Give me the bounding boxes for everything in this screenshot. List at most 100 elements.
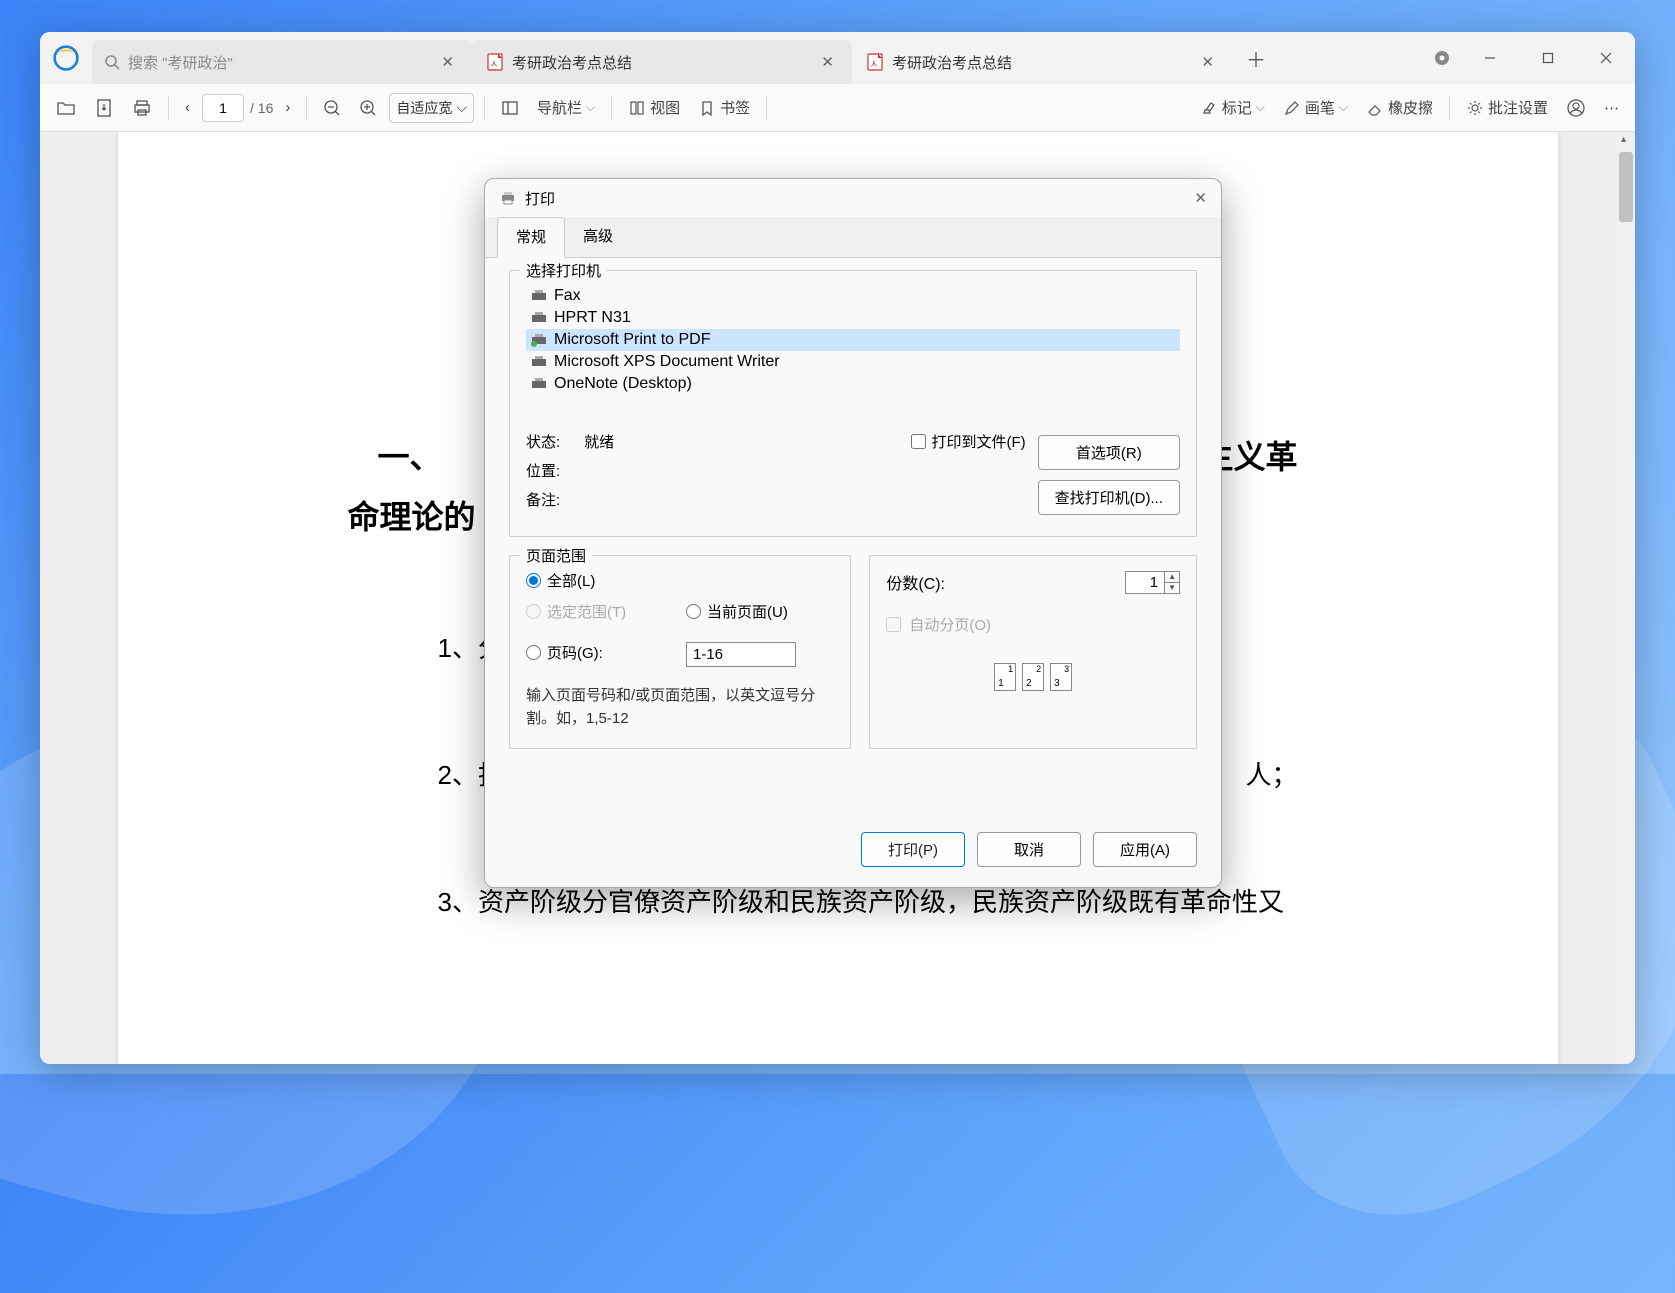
radio-pages-label: 页码(G): — [547, 642, 603, 663]
svg-text:人: 人 — [871, 60, 878, 68]
open-button[interactable] — [50, 94, 82, 122]
page-arrow-icon — [94, 98, 114, 118]
close-button[interactable] — [1577, 32, 1635, 84]
preferences-button[interactable]: 首选项(R) — [1038, 435, 1180, 470]
tab-general[interactable]: 常规 — [497, 217, 565, 258]
printer-icon — [530, 377, 548, 391]
annotation-settings-button[interactable]: 批注设置 — [1460, 93, 1554, 122]
radio-all[interactable] — [526, 573, 541, 588]
minimize-button[interactable] — [1461, 32, 1519, 84]
prev-page-button[interactable]: ‹ — [179, 95, 196, 120]
printer-name: Microsoft Print to PDF — [554, 331, 710, 349]
search-close-icon[interactable]: ✕ — [435, 51, 460, 73]
sidebar-toggle-button[interactable] — [495, 95, 525, 121]
heading-prefix: 一、 — [378, 432, 442, 478]
tab-advanced[interactable]: 高级 — [565, 217, 631, 258]
printer-list[interactable]: Fax HPRT N31 Microsoft Print to PDF Micr… — [526, 285, 1180, 415]
printer-icon — [530, 355, 548, 369]
print-to-file-label: 打印到文件(F) — [932, 431, 1026, 452]
print-button[interactable]: 打印(P) — [861, 832, 965, 867]
pages-input[interactable] — [686, 642, 796, 667]
view-button[interactable]: 视图 — [622, 93, 686, 122]
next-page-button[interactable]: › — [279, 95, 296, 120]
tab-close-icon[interactable]: ✕ — [815, 51, 840, 73]
radio-selection — [526, 604, 541, 619]
printer-item[interactable]: Fax — [526, 285, 1180, 307]
highlight-icon — [1200, 99, 1218, 117]
nav-button[interactable]: 导航栏 ⌵ — [531, 93, 601, 122]
page-input[interactable] — [202, 94, 244, 122]
scrollbar[interactable]: ▴ — [1617, 132, 1635, 1064]
printer-item[interactable]: HPRT N31 — [526, 307, 1180, 329]
user-icon — [1566, 98, 1586, 118]
copies-label: 份数(C): — [886, 570, 945, 594]
pdf-icon: 人 — [486, 53, 504, 71]
pen-button[interactable]: 画笔 ⌵ — [1277, 93, 1354, 122]
dialog-tabs: 常规 高级 — [485, 217, 1221, 258]
radio-all-label: 全部(L) — [547, 570, 595, 591]
pen-label: 画笔 — [1305, 97, 1335, 118]
printer-name: Fax — [554, 287, 581, 305]
find-printer-button[interactable]: 查找打印机(D)... — [1038, 480, 1180, 515]
eraser-button[interactable]: 橡皮擦 — [1360, 93, 1439, 122]
zoom-in-icon — [359, 99, 377, 117]
comment-label: 备注: — [526, 489, 560, 510]
printer-icon — [530, 311, 548, 325]
bookmark-button[interactable]: 书签 — [692, 93, 756, 122]
more-button[interactable]: ⋯ — [1598, 95, 1625, 121]
maximize-button[interactable] — [1519, 32, 1577, 84]
zoom-in-button[interactable] — [353, 95, 383, 121]
printer-icon — [530, 289, 548, 303]
chevron-down-icon: ⌵ — [1256, 100, 1265, 115]
printer-name: Microsoft XPS Document Writer — [554, 353, 780, 371]
radio-pages[interactable] — [526, 645, 541, 660]
tab-label: 考研政治考点总结 — [512, 52, 807, 73]
radio-current[interactable] — [686, 604, 701, 619]
add-tab-button[interactable]: ＋ — [1232, 32, 1280, 84]
collate-label: 自动分页(O) — [909, 614, 991, 635]
disc-icon[interactable] — [1433, 49, 1451, 67]
window-controls — [1433, 32, 1635, 84]
zoom-select[interactable]: 自适应宽⌵ — [389, 93, 474, 123]
highlight-button[interactable]: 标记 ⌵ — [1194, 93, 1271, 122]
dialog-footer: 打印(P) 取消 应用(A) — [485, 816, 1221, 887]
copies-group: 份数(C): ▲▼ 自动分页(O) — [869, 555, 1197, 749]
printer-group-label: 选择打印机 — [520, 260, 607, 281]
save-button[interactable] — [88, 94, 120, 122]
scroll-thumb[interactable] — [1619, 152, 1633, 222]
pen-icon — [1283, 99, 1301, 117]
dialog-close-button[interactable]: ✕ — [1194, 189, 1207, 207]
page-total: / 16 — [250, 100, 273, 116]
scroll-up-icon[interactable]: ▴ — [1621, 134, 1626, 145]
printer-item-selected[interactable]: Microsoft Print to PDF — [526, 329, 1180, 351]
apply-button[interactable]: 应用(A) — [1093, 832, 1197, 867]
collate-checkbox — [886, 617, 901, 632]
bookmark-icon — [698, 99, 716, 117]
zoom-out-icon — [323, 99, 341, 117]
copies-spinner[interactable]: ▲▼ — [1165, 571, 1180, 594]
cancel-button[interactable]: 取消 — [977, 832, 1081, 867]
tab-active[interactable]: 人 考研政治考点总结 ✕ — [472, 40, 852, 84]
sidebar-icon — [501, 99, 519, 117]
spinner-down[interactable]: ▼ — [1165, 583, 1179, 593]
zoom-out-button[interactable] — [317, 95, 347, 121]
eraser-icon — [1366, 99, 1384, 117]
folder-icon — [56, 98, 76, 118]
print-to-file-checkbox[interactable] — [911, 434, 926, 449]
chevron-down-icon: ⌵ — [456, 99, 467, 116]
print-button[interactable] — [126, 94, 158, 122]
tab-inactive[interactable]: 人 考研政治考点总结 ✕ — [852, 40, 1232, 84]
printer-item[interactable]: OneNote (Desktop) — [526, 373, 1180, 395]
search-tab[interactable]: 搜索 "考研政治" ✕ — [92, 40, 472, 84]
tab-close-icon[interactable]: ✕ — [1195, 51, 1220, 73]
bookmark-label: 书签 — [720, 97, 750, 118]
printer-group: 选择打印机 Fax HPRT N31 Microsoft Print to PD… — [509, 270, 1197, 537]
app-logo — [40, 32, 92, 84]
user-button[interactable] — [1560, 94, 1592, 122]
copies-input[interactable] — [1125, 571, 1165, 594]
spinner-up[interactable]: ▲ — [1165, 572, 1179, 583]
printer-item[interactable]: Microsoft XPS Document Writer — [526, 351, 1180, 373]
app-window: 搜索 "考研政治" ✕ 人 考研政治考点总结 ✕ 人 考研政治考点总结 ✕ ＋ … — [40, 32, 1635, 1064]
toolbar: ‹ / 16 › 自适应宽⌵ 导航栏 ⌵ 视图 书签 标记 ⌵ 画笔 ⌵ 橡皮擦… — [40, 84, 1635, 132]
location-label: 位置: — [526, 460, 560, 481]
